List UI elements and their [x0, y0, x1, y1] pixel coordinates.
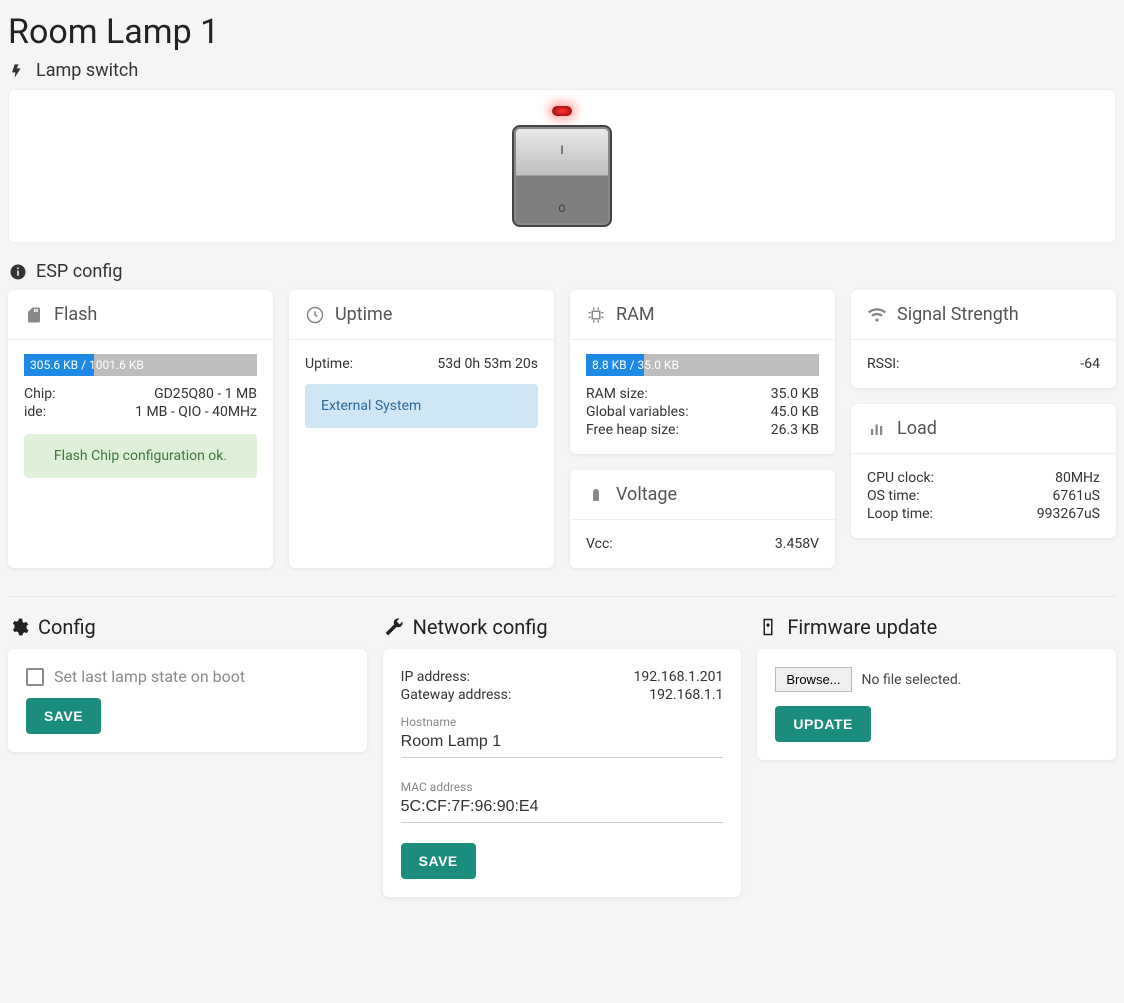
firmware-title: Firmware update	[787, 615, 937, 639]
load-tile: Load CPU clock: 80MHz OS time: 6761uS Loop…	[851, 404, 1116, 538]
config-save-button[interactable]: SAVE	[26, 698, 101, 734]
hostname-label: Hostname	[401, 715, 724, 729]
flash-chip-k: Chip:	[24, 386, 55, 402]
firmware-panel: Firmware update Browse... No file select…	[757, 615, 1116, 897]
signal-tile: Signal Strength RSSI: -64	[851, 290, 1116, 388]
ip-k: IP address:	[401, 669, 470, 685]
lamp-switch-card: I O	[8, 89, 1116, 243]
signal-title: Signal Strength	[897, 304, 1019, 325]
cpu-k: CPU clock:	[867, 470, 934, 486]
network-title: Network config	[413, 615, 548, 639]
vcc-v: 3.458V	[775, 536, 819, 552]
flash-ide-k: ide:	[24, 404, 46, 420]
sd-card-icon	[24, 305, 44, 325]
section-title-esp: ESP config	[36, 261, 122, 282]
uptime-title: Uptime	[335, 304, 392, 325]
ram-size-v: 35.0 KB	[771, 386, 819, 402]
bar-chart-icon	[867, 419, 887, 439]
lamp-switch-toggle[interactable]: I O	[512, 125, 612, 227]
voltage-tile: Voltage Vcc: 3.458V	[570, 470, 835, 568]
hostname-input[interactable]	[401, 729, 724, 758]
file-hint: No file selected.	[862, 672, 962, 688]
flash-progress: 305.6 KB / 1001.6 KB	[24, 354, 257, 376]
flash-chip-v: GD25Q80 - 1 MB	[154, 386, 257, 402]
ram-title: RAM	[616, 304, 655, 325]
clock-icon	[305, 305, 325, 325]
mac-input[interactable]	[401, 794, 724, 823]
network-panel: Network config IP address:192.168.1.201 …	[383, 615, 742, 897]
loop-v: 993267uS	[1037, 506, 1100, 522]
ram-heap-v: 26.3 KB	[771, 422, 819, 438]
ip-v: 192.168.1.201	[634, 669, 724, 685]
network-save-button[interactable]: SAVE	[401, 843, 476, 879]
config-title: Config	[38, 615, 96, 639]
ram-glob-v: 45.0 KB	[771, 404, 819, 420]
wrench-icon	[383, 616, 405, 638]
flash-progress-label: 305.6 KB / 1001.6 KB	[30, 354, 144, 376]
gw-v: 192.168.1.1	[649, 687, 723, 703]
checkbox-label: Set last lamp state on boot	[54, 667, 245, 686]
checkbox-icon	[26, 668, 44, 686]
lamp-led-icon	[552, 106, 572, 116]
flash-tile: Flash 305.6 KB / 1001.6 KB Chip: GD25Q80 …	[8, 290, 273, 568]
flash-title: Flash	[54, 304, 97, 325]
uptime-v: 53d 0h 53m 20s	[437, 356, 538, 372]
voltage-title: Voltage	[616, 484, 677, 505]
os-k: OS time:	[867, 488, 920, 504]
divider	[8, 596, 1116, 597]
flash-ok-alert: Flash Chip configuration ok.	[24, 434, 257, 478]
browse-button[interactable]: Browse...	[775, 667, 851, 692]
info-icon	[8, 262, 28, 282]
battery-icon	[586, 485, 606, 505]
ram-progress: 8.8 KB / 35.0 KB	[586, 354, 819, 376]
ram-progress-label: 8.8 KB / 35.0 KB	[592, 354, 679, 376]
update-button[interactable]: UPDATE	[775, 706, 871, 742]
vcc-k: Vcc:	[586, 536, 613, 552]
update-icon	[757, 616, 779, 638]
switch-on-mark: I	[514, 143, 610, 157]
cpu-v: 80MHz	[1055, 470, 1100, 486]
ram-heap-k: Free heap size:	[586, 422, 679, 438]
config-panel: Config Set last lamp state on boot SAVE	[8, 615, 367, 897]
set-last-state-checkbox[interactable]: Set last lamp state on boot	[26, 667, 349, 686]
chip-icon	[586, 305, 606, 325]
ram-glob-k: Global variables:	[586, 404, 689, 420]
mac-label: MAC address	[401, 780, 724, 794]
switch-off-mark: O	[514, 204, 610, 215]
flash-ide-v: 1 MB - QIO - 40MHz	[135, 404, 257, 420]
bolt-icon	[8, 61, 28, 81]
rssi-k: RSSI:	[867, 356, 899, 372]
ram-size-k: RAM size:	[586, 386, 648, 402]
page-title: Room Lamp 1	[8, 12, 1116, 52]
section-title-switch: Lamp switch	[36, 60, 138, 81]
uptime-k: Uptime:	[305, 356, 353, 372]
os-v: 6761uS	[1052, 488, 1100, 504]
gear-icon	[8, 616, 30, 638]
loop-k: Loop time:	[867, 506, 933, 522]
gw-k: Gateway address:	[401, 687, 512, 703]
uptime-tile: Uptime Uptime: 53d 0h 53m 20s External Sy…	[289, 290, 554, 568]
uptime-external-system[interactable]: External System	[305, 384, 538, 428]
load-title: Load	[897, 418, 937, 439]
rssi-v: -64	[1080, 356, 1100, 372]
ram-tile: RAM 8.8 KB / 35.0 KB RAM size: 35.0 KB Gl…	[570, 290, 835, 454]
wifi-icon	[867, 305, 887, 325]
